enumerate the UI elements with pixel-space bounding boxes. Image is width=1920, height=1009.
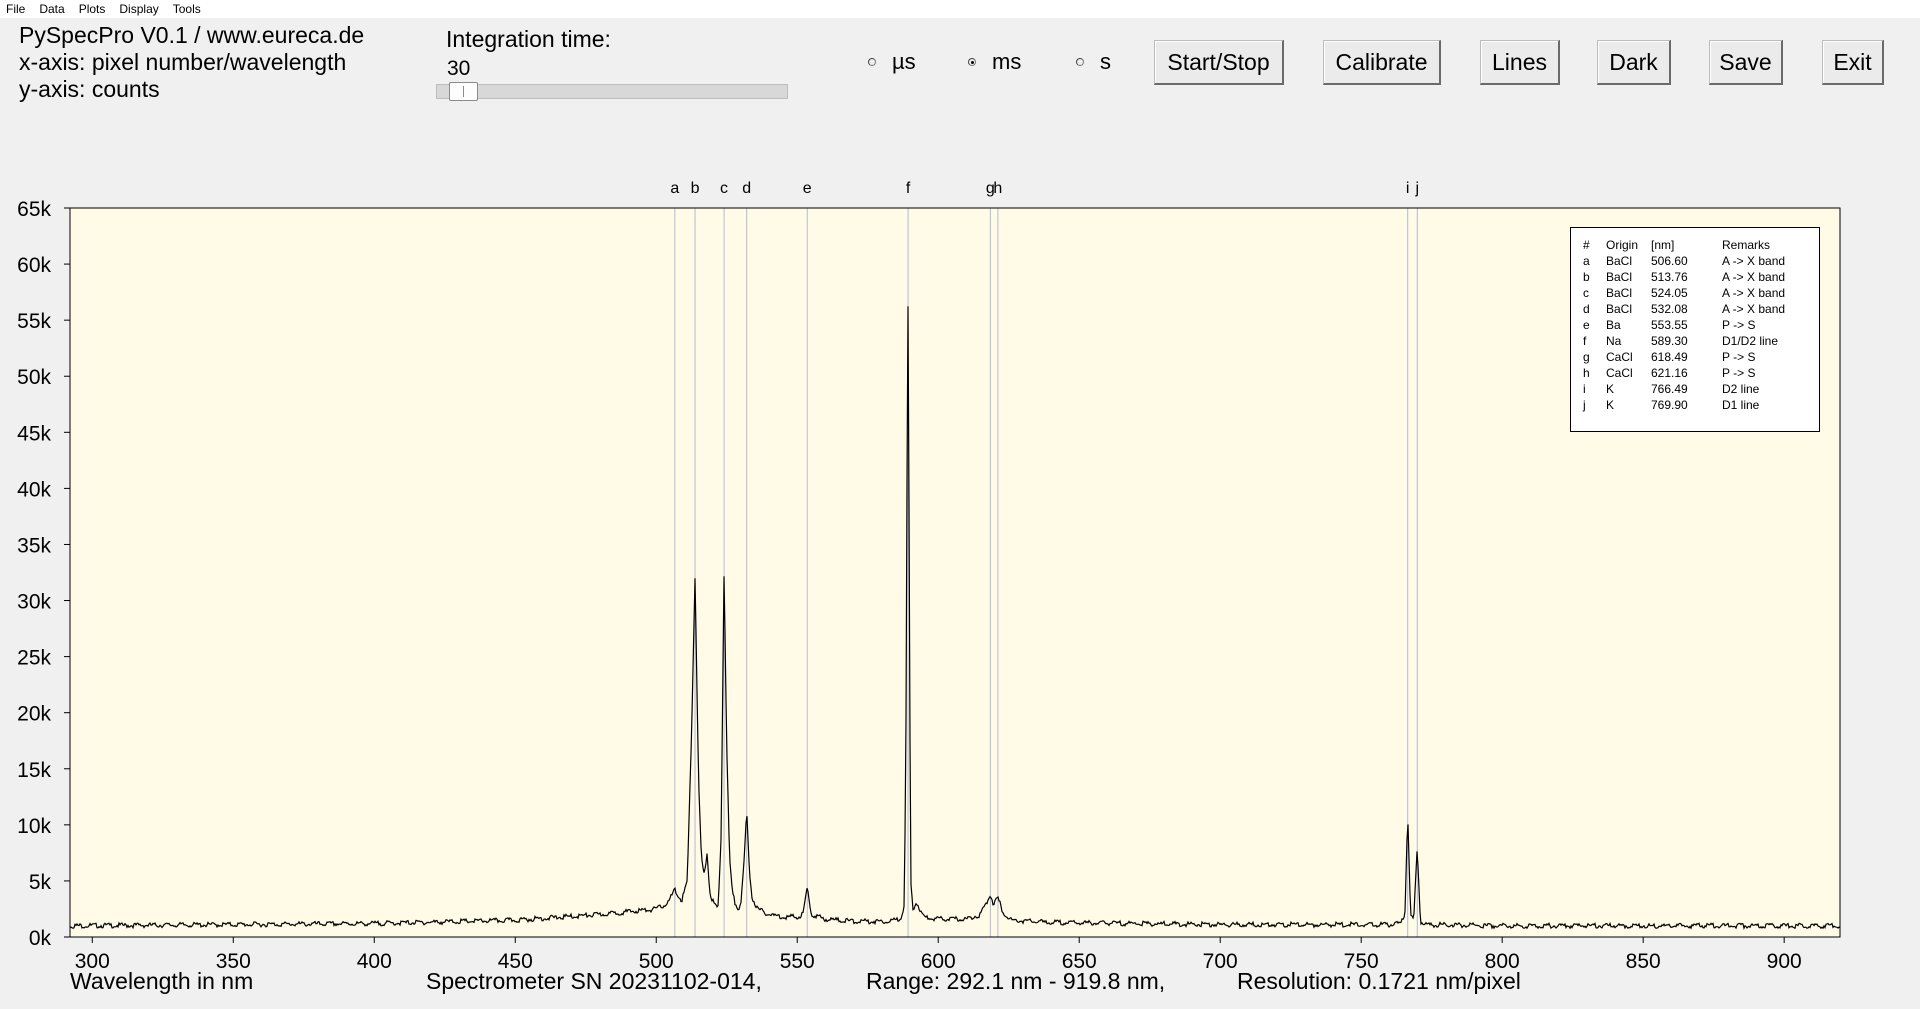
legend-cell: P -> S: [1722, 318, 1756, 332]
legend-cell: 589.30: [1651, 334, 1688, 348]
x-axis-label: Wavelength in nm: [70, 968, 254, 994]
legend-cell: 506.60: [1651, 254, 1688, 268]
legend-cell: BaCl: [1606, 254, 1633, 268]
x-tick-label: 700: [1203, 950, 1238, 973]
marker-label-j: j: [1415, 180, 1420, 197]
legend-cell: 513.76: [1651, 270, 1688, 284]
legend-cell: a: [1583, 254, 1590, 268]
legend-cell: CaCl: [1606, 350, 1633, 364]
legend-cell: CaCl: [1606, 366, 1633, 380]
legend-cell: D2 line: [1722, 382, 1760, 396]
marker-label-b: b: [691, 180, 700, 197]
y-tick-label: 55k: [17, 310, 51, 333]
y-tick-label: 50k: [17, 366, 51, 389]
y-tick-label: 15k: [17, 759, 51, 782]
legend-header: Remarks: [1722, 238, 1771, 252]
line-legend-table: # Origin [nm] Remarks a BaCl 506.60 A -> X band…: [1570, 227, 1820, 432]
legend-cell: P -> S: [1722, 350, 1756, 364]
y-tick-label: 10k: [17, 815, 51, 838]
legend-cell: 621.16: [1651, 366, 1688, 380]
y-tick-label: 65k: [17, 198, 51, 221]
x-tick-label: 900: [1767, 950, 1802, 973]
spectrometer-serial: Spectrometer SN 20231102-014,: [426, 968, 762, 994]
legend-cell: BaCl: [1606, 270, 1633, 284]
y-tick-label: 5k: [29, 871, 52, 894]
legend-cell: BaCl: [1606, 286, 1633, 300]
legend-cell: 769.90: [1651, 398, 1688, 412]
legend-header: [nm]: [1651, 238, 1675, 252]
legend-cell: b: [1583, 270, 1590, 284]
y-tick-label: 0k: [29, 927, 52, 950]
x-tick-label: 850: [1626, 950, 1661, 973]
marker-label-i: i: [1406, 180, 1410, 197]
legend-cell: Ba: [1606, 318, 1621, 332]
legend-cell: P -> S: [1722, 366, 1756, 380]
legend-cell: A -> X band: [1722, 270, 1786, 284]
legend-cell: A -> X band: [1722, 302, 1786, 316]
x-tick-label: 550: [780, 950, 815, 973]
legend-cell: K: [1606, 382, 1615, 396]
legend-header: #: [1583, 238, 1590, 252]
legend-cell: d: [1583, 302, 1590, 316]
marker-label-e: e: [803, 180, 812, 197]
legend-header: Origin: [1606, 238, 1639, 252]
legend-cell: 532.08: [1651, 302, 1688, 316]
marker-label-c: c: [720, 180, 728, 197]
legend-cell: A -> X band: [1722, 254, 1786, 268]
wavelength-range: Range: 292.1 nm - 919.8 nm,: [866, 968, 1166, 994]
legend-cell: 766.49: [1651, 382, 1688, 396]
legend-cell: j: [1583, 398, 1586, 412]
legend-cell: g: [1583, 350, 1590, 364]
legend-cell: h: [1583, 366, 1590, 380]
legend-cell: f: [1583, 334, 1587, 348]
marker-label-f: f: [906, 180, 911, 197]
y-tick-label: 40k: [17, 478, 51, 501]
legend-cell: BaCl: [1606, 302, 1633, 316]
marker-label-h: h: [993, 180, 1002, 197]
legend-cell: e: [1583, 318, 1590, 332]
legend-cell: A -> X band: [1722, 286, 1786, 300]
legend-cell: K: [1606, 398, 1615, 412]
y-tick-label: 30k: [17, 591, 51, 614]
x-tick-label: 400: [357, 950, 392, 973]
legend-cell: Na: [1606, 334, 1622, 348]
legend-cell: D1 line: [1722, 398, 1760, 412]
y-tick-label: 60k: [17, 254, 51, 277]
legend-cell: D1/D2 line: [1722, 334, 1779, 348]
legend-cell: c: [1583, 286, 1589, 300]
legend-cell: 524.05: [1651, 286, 1688, 300]
legend-cell: 553.55: [1651, 318, 1688, 332]
y-tick-label: 20k: [17, 703, 51, 726]
y-tick-label: 45k: [17, 422, 51, 445]
legend-cell: 618.49: [1651, 350, 1688, 364]
y-tick-label: 35k: [17, 534, 51, 557]
y-tick-label: 25k: [17, 647, 51, 670]
spectrum-chart: a b c d e f gh i j0k5k10k15k20k25k30k35k40k45k50…: [17, 180, 1841, 973]
marker-label-a: a: [670, 180, 679, 197]
legend-cell: i: [1583, 382, 1586, 396]
resolution-info: Resolution: 0.1721 nm/pixel: [1237, 968, 1521, 994]
marker-label-d: d: [742, 180, 751, 197]
